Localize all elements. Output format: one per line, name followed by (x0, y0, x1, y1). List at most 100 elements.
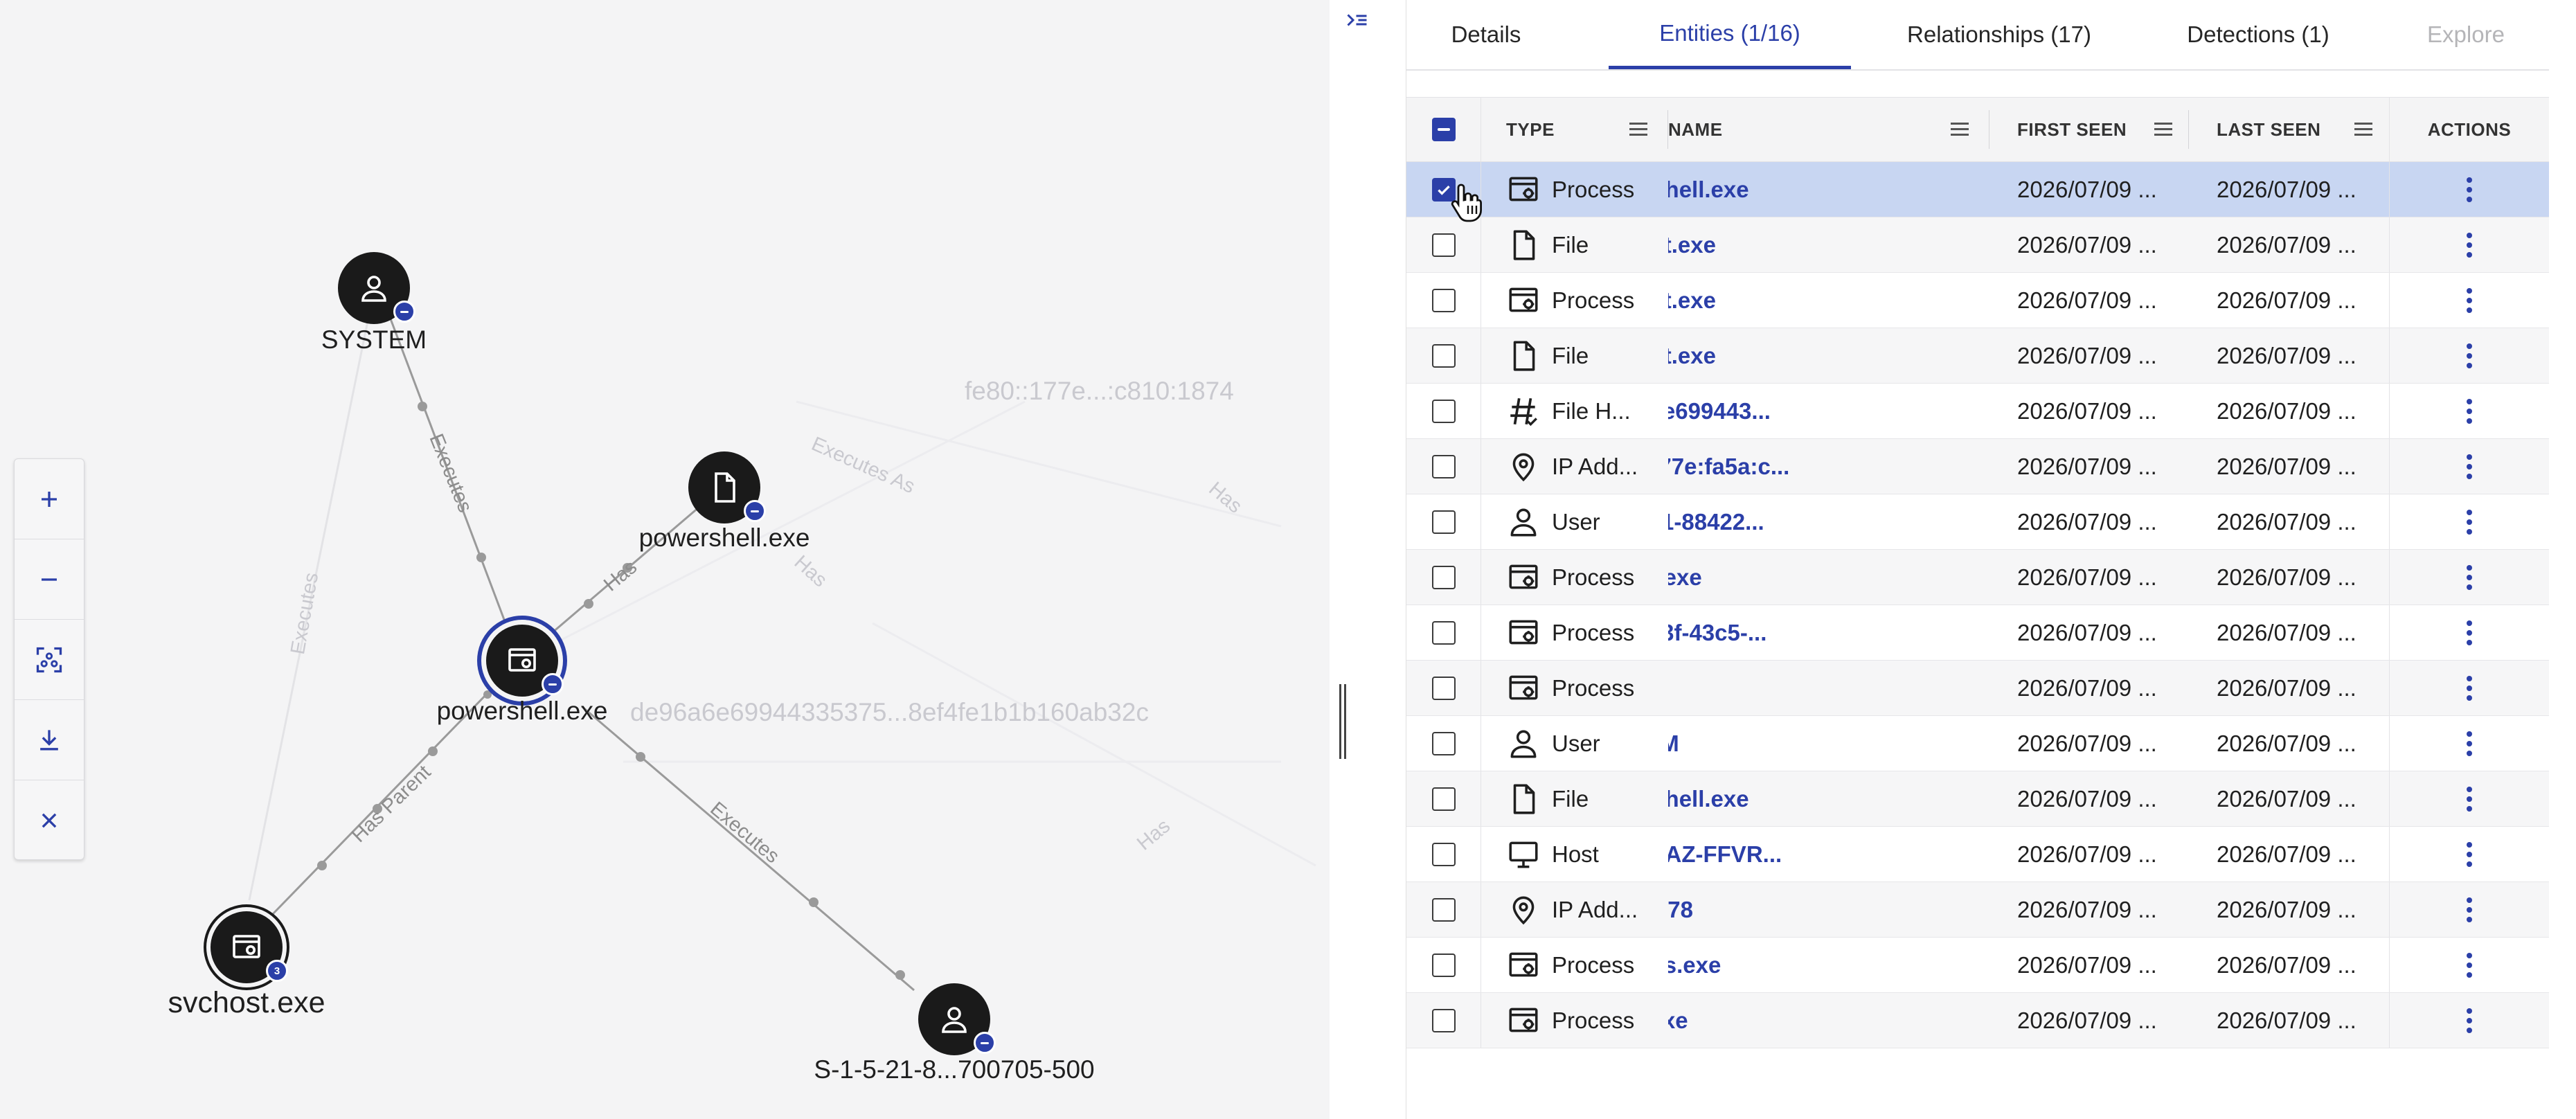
first-seen-cell: 2026/07/09 ... (2017, 342, 2157, 368)
first-seen-cell: 2026/07/09 ... (2017, 287, 2157, 313)
table-row[interactable]: Process powershell.exe 2026/07/09 ... 2026/… (1406, 162, 2549, 217)
column-header-last-seen[interactable]: LAST SEEN (2189, 98, 2390, 161)
collapse-badge[interactable] (542, 673, 564, 695)
tab-relationships[interactable]: Relationships (17) (1875, 0, 2124, 69)
entity-name-link[interactable]: fe80::177e:fa5a:c... (1668, 454, 1789, 480)
graph-node-svchost[interactable]: 3 (211, 911, 288, 983)
column-menu-icon[interactable] (1951, 123, 1969, 139)
column-header-first-seen[interactable]: FIRST SEEN (1989, 98, 2189, 161)
graph-node-label: S-1-5-21-8...700705-500 (814, 1055, 1095, 1084)
row-actions-menu-icon[interactable] (2467, 952, 2472, 978)
row-actions-menu-icon[interactable] (2467, 343, 2472, 368)
table-row[interactable]: IP Add... 10.0.1.178 2026/07/09 ... 2026/07… (1406, 882, 2549, 938)
graph-node-system[interactable] (338, 252, 415, 324)
row-actions-menu-icon[interactable] (2467, 232, 2472, 258)
entity-name-link[interactable]: powershell.exe (1668, 786, 1749, 812)
collapse-badge[interactable] (974, 1032, 996, 1054)
table-row[interactable]: IP Add... fe80::177e:fa5a:c... 2026/07/09 … (1406, 439, 2549, 494)
fit-view-button[interactable] (15, 620, 84, 700)
zoom-in-button[interactable] (15, 459, 84, 539)
graph-node-sid-user[interactable] (918, 983, 996, 1055)
entity-name-link[interactable]: svchost.exe (1668, 343, 1716, 369)
column-header-name[interactable]: NAME (1668, 98, 1989, 161)
collapse-panel-icon[interactable] (1345, 10, 1370, 35)
entity-name-link[interactable]: wininit.exe (1668, 564, 1702, 591)
row-checkbox[interactable] (1431, 787, 1456, 811)
row-actions-menu-icon[interactable] (2467, 1008, 2472, 1033)
row-actions-menu-icon[interactable] (2467, 841, 2472, 867)
column-menu-icon[interactable] (2354, 123, 2372, 139)
entity-name-link[interactable]: svchost.exe (1668, 287, 1716, 314)
tab-detections[interactable]: Detections (1) (2154, 0, 2362, 69)
row-actions-menu-icon[interactable] (2467, 398, 2472, 424)
entity-name-link[interactable]: smss.exe (1668, 1008, 1688, 1034)
close-graph-button[interactable] (15, 780, 84, 860)
entity-name-link[interactable]: 10.0.1.178 (1668, 897, 1693, 923)
table-row[interactable]: Process System 2026/07/09 ... 2026/07/09 ..… (1406, 661, 2549, 716)
row-actions-menu-icon[interactable] (2467, 731, 2472, 756)
table-row[interactable]: Host EC2AMAZ-FFVR... 2026/07/09 ... 2026/07… (1406, 827, 2549, 882)
row-checkbox[interactable] (1431, 399, 1456, 423)
table-row[interactable]: File svchost.exe 2026/07/09 ... 2026/07/09 … (1406, 328, 2549, 384)
row-checkbox[interactable] (1431, 288, 1456, 312)
select-all-checkbox[interactable] (1431, 118, 1456, 141)
row-checkbox[interactable] (1431, 620, 1456, 645)
row-checkbox[interactable] (1431, 842, 1456, 866)
table-row[interactable]: User SYSTEM 2026/07/09 ... 2026/07/09 ... (1406, 716, 2549, 771)
table-row[interactable]: File powershell.exe 2026/07/09 ... 2026/07/… (1406, 771, 2549, 827)
table-row[interactable]: Process svchost.exe 2026/07/09 ... 2026/07/… (1406, 273, 2549, 328)
graph-node-powershell-file[interactable] (688, 451, 766, 523)
row-actions-menu-icon[interactable] (2467, 897, 2472, 922)
column-header-type[interactable]: TYPE (1481, 98, 1668, 161)
column-menu-icon[interactable] (2154, 123, 2172, 139)
graph-node-powershell-process[interactable] (486, 625, 564, 697)
row-checkbox[interactable] (1431, 233, 1456, 257)
row-checkbox[interactable] (1431, 897, 1456, 922)
row-checkbox[interactable] (1431, 731, 1456, 755)
table-row[interactable]: Process 4310ae3f-43c5-... 2026/07/09 ... 20… (1406, 605, 2549, 661)
row-actions-menu-icon[interactable] (2467, 509, 2472, 535)
row-checkbox[interactable] (1431, 565, 1456, 589)
row-actions-menu-icon[interactable] (2467, 564, 2472, 590)
collapse-badge[interactable] (393, 301, 415, 323)
collapse-badge[interactable] (744, 500, 766, 522)
entity-name-link[interactable]: SYSTEM (1668, 731, 1679, 757)
row-actions-menu-icon[interactable] (2467, 287, 2472, 313)
table-row[interactable]: Process services.exe 2026/07/09 ... 2026/07… (1406, 938, 2549, 993)
entity-name-link[interactable]: S-1-5-21-88422... (1668, 509, 1764, 535)
entity-name-link[interactable]: EC2AMAZ-FFVR... (1668, 841, 1782, 868)
tab-entities[interactable]: Entities (1/16) (1609, 0, 1851, 69)
row-actions-menu-icon[interactable] (2467, 786, 2472, 812)
download-button[interactable] (15, 700, 84, 780)
zoom-out-button[interactable] (15, 539, 84, 620)
table-row[interactable]: User S-1-5-21-88422... 2026/07/09 ... 2026/… (1406, 494, 2549, 550)
table-row[interactable]: File H... de96a6e699443... 2026/07/09 ... 2… (1406, 384, 2549, 439)
entity-name-link[interactable]: 4310ae3f-43c5-... (1668, 620, 1766, 646)
name-cell: services.exe (1668, 938, 1989, 992)
entity-name-link[interactable]: powershell.exe (1668, 177, 1749, 203)
tab-details[interactable]: Details (1406, 0, 1566, 69)
entity-name-link[interactable]: de96a6e699443... (1668, 398, 1771, 424)
process-icon (233, 935, 260, 958)
entity-name-link[interactable]: svchost.exe (1668, 232, 1716, 258)
table-row[interactable]: File svchost.exe 2026/07/09 ... 2026/07/09 … (1406, 217, 2549, 273)
entity-name-link[interactable]: services.exe (1668, 952, 1721, 978)
name-cell: 10.0.1.178 (1668, 882, 1989, 937)
actions-cell (2390, 494, 2549, 549)
row-actions-menu-icon[interactable] (2467, 454, 2472, 479)
count-badge[interactable]: 3 (266, 960, 288, 982)
row-checkbox[interactable] (1431, 1008, 1456, 1032)
type-label: Process (1552, 674, 1635, 701)
graph-canvas[interactable]: fe80::177e...:c810:1874 de96a6e699443353… (0, 0, 1330, 1119)
row-checkbox[interactable] (1431, 343, 1456, 368)
row-actions-menu-icon[interactable] (2467, 675, 2472, 701)
row-checkbox[interactable] (1431, 510, 1456, 534)
row-checkbox[interactable] (1431, 953, 1456, 977)
row-actions-menu-icon[interactable] (2467, 177, 2472, 202)
resize-handle[interactable] (1339, 684, 1346, 759)
row-actions-menu-icon[interactable] (2467, 620, 2472, 645)
row-checkbox[interactable] (1431, 454, 1456, 478)
table-row[interactable]: Process wininit.exe 2026/07/09 ... 2026/07/… (1406, 550, 2549, 605)
column-menu-icon[interactable] (1629, 123, 1647, 139)
row-checkbox[interactable] (1431, 676, 1456, 700)
